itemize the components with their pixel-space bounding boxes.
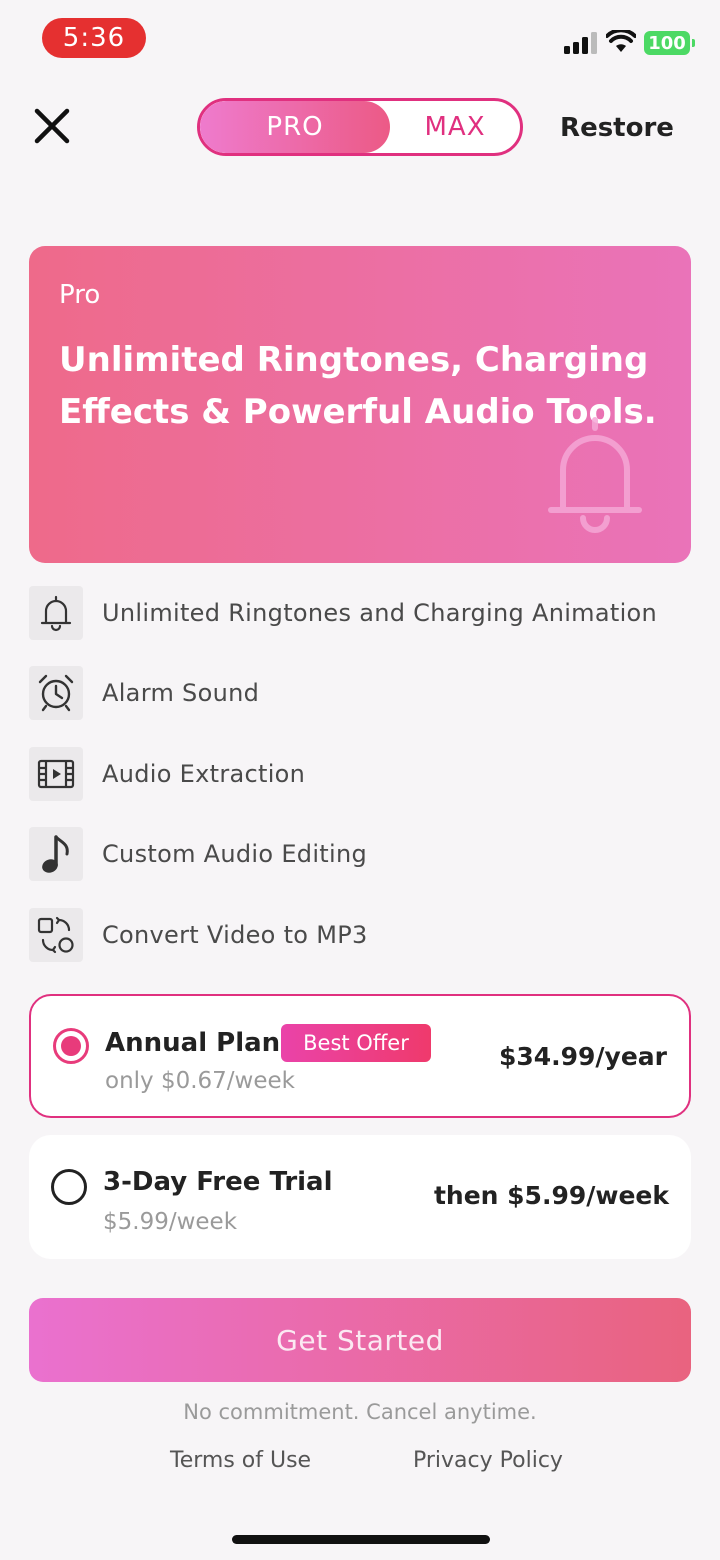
close-icon[interactable] <box>32 106 72 146</box>
best-offer-badge: Best Offer <box>281 1024 431 1062</box>
hero-tag: Pro <box>59 280 101 310</box>
feature-item: Custom Audio Editing <box>29 826 689 882</box>
alarm-clock-icon <box>29 666 83 720</box>
convert-icon <box>29 908 83 962</box>
get-started-button[interactable]: Get Started <box>29 1298 691 1382</box>
radio-selected[interactable] <box>53 1028 89 1064</box>
plan-subtitle: only $0.67/week <box>105 1068 295 1094</box>
plan-option-annual[interactable]: Annual Plan Best Offer only $0.67/week $… <box>29 994 691 1118</box>
privacy-policy-link[interactable]: Privacy Policy <box>413 1448 563 1473</box>
tab-pro[interactable]: PRO <box>200 101 390 153</box>
music-note-icon <box>29 827 83 881</box>
status-time: 5:36 <box>42 18 146 58</box>
plan-subtitle: $5.99/week <box>103 1209 238 1235</box>
radio-unselected[interactable] <box>51 1169 87 1205</box>
feature-label: Alarm Sound <box>102 679 260 707</box>
feature-label: Convert Video to MP3 <box>102 921 368 949</box>
feature-item: Alarm Sound <box>29 665 689 721</box>
feature-label: Audio Extraction <box>102 760 306 788</box>
restore-button[interactable]: Restore <box>560 108 674 148</box>
feature-item: Unlimited Ringtones and Charging Animati… <box>29 585 689 641</box>
status-bar: 5:36 100 <box>0 0 720 80</box>
film-icon <box>29 747 83 801</box>
tab-max[interactable]: MAX <box>390 101 520 153</box>
bell-icon <box>29 586 83 640</box>
cellular-signal-icon <box>564 32 597 54</box>
plan-price: $34.99/year <box>498 1042 667 1071</box>
plan-price: then $5.99/week <box>433 1181 669 1210</box>
plan-title: Annual Plan <box>105 1028 281 1058</box>
feature-item: Convert Video to MP3 <box>29 907 689 963</box>
plan-option-trial[interactable]: 3-Day Free Trial $5.99/week then $5.99/w… <box>29 1135 691 1259</box>
no-commitment-note: No commitment. Cancel anytime. <box>183 1400 537 1424</box>
plan-tier-switch: PRO MAX <box>197 98 523 156</box>
bell-icon <box>548 417 642 533</box>
feature-label: Custom Audio Editing <box>102 840 368 868</box>
home-indicator[interactable] <box>232 1535 490 1544</box>
wifi-icon <box>606 30 636 52</box>
terms-of-use-link[interactable]: Terms of Use <box>170 1448 311 1473</box>
battery-icon: 100 <box>644 31 695 55</box>
plan-title: 3-Day Free Trial <box>103 1167 333 1197</box>
feature-item: Audio Extraction <box>29 746 689 802</box>
hero-banner: Pro Unlimited Ringtones, Charging Effect… <box>29 246 691 563</box>
feature-label: Unlimited Ringtones and Charging Animati… <box>102 599 658 627</box>
